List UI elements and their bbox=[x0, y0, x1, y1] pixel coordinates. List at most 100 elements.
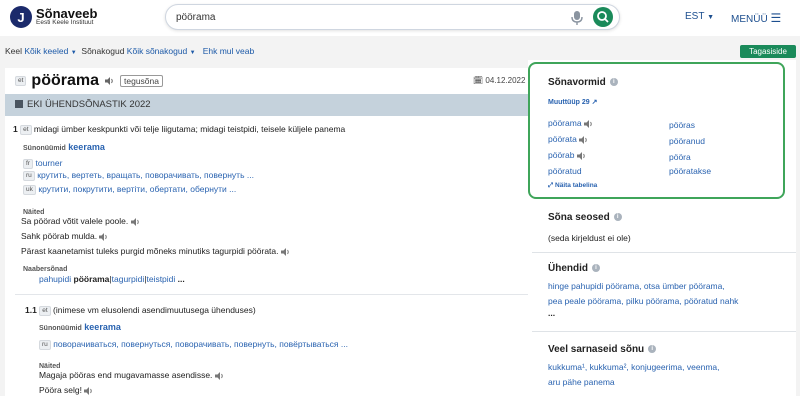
paradigm-link[interactable]: Muuttüüp 29 ↗ bbox=[548, 98, 597, 106]
info-icon[interactable]: i bbox=[613, 213, 622, 222]
more-phrases[interactable]: ... bbox=[548, 308, 555, 318]
microphone-icon[interactable] bbox=[570, 10, 584, 26]
search-input[interactable] bbox=[176, 10, 556, 25]
similar-title-text: Veel sarnaseid sõnu bbox=[548, 344, 645, 355]
neighbour-words: pahupidi pöörama|tagurpidi|teistpidi ... bbox=[39, 274, 185, 284]
translation-row: uk крутити, покрутити, вертiти, обертати… bbox=[23, 184, 236, 195]
sense-number: 1 bbox=[13, 124, 18, 134]
language-label: EST bbox=[685, 11, 705, 22]
speaker-icon[interactable] bbox=[214, 371, 225, 380]
neighbour-link[interactable]: tagurpidi bbox=[112, 274, 145, 284]
similar-words-links[interactable]: aru pähe panema bbox=[548, 377, 615, 387]
similar-words-links[interactable]: kukkuma¹, kukkuma², konjugeerima, veenma… bbox=[548, 362, 720, 372]
word-forms-panel: Sõnavormid i Muuttüüp 29 ↗ pöörama pöörat… bbox=[528, 62, 785, 199]
translation-link[interactable]: крутити, покрутити, вертiти, обертати, о… bbox=[38, 184, 236, 194]
search-bar bbox=[165, 4, 620, 30]
speaker-icon[interactable] bbox=[99, 232, 109, 241]
speaker-icon[interactable] bbox=[130, 217, 141, 226]
example: Magaja pööras end mugavamasse asendisse. bbox=[39, 370, 225, 380]
example-text: Magaja pööras end mugavamasse asendisse. bbox=[39, 370, 213, 380]
top-header: J Sõnaveeb Eesti Keele Instituut EST ▼ M… bbox=[0, 0, 800, 36]
example: Sa pöörad võtit valele poole. bbox=[21, 216, 141, 226]
synonym-link[interactable]: keerama bbox=[68, 142, 105, 152]
phrases-links[interactable]: pea peale pöörama, pilku pöörama, pöörat… bbox=[548, 296, 738, 306]
word-form: pööratakse bbox=[669, 166, 712, 176]
translation-row: fr tourner bbox=[23, 158, 62, 169]
translation-link[interactable]: tourner bbox=[36, 158, 63, 168]
translation-row: ru поворачиваться, повернуться, поворачи… bbox=[39, 339, 348, 350]
chevron-down-icon: ▼ bbox=[707, 14, 714, 21]
divider bbox=[15, 294, 528, 295]
feedback-button[interactable]: Tagasiside bbox=[740, 45, 796, 58]
sense-number: 1.1 bbox=[25, 305, 37, 315]
show-table-text: Näita tabelina bbox=[555, 182, 598, 189]
dictionary-header[interactable]: EKI ÜHENDSÕNASTIK 2022 bbox=[5, 94, 528, 116]
word-form: pöörа bbox=[669, 152, 691, 162]
divider bbox=[532, 252, 796, 253]
neighbour-link[interactable]: teistpidi bbox=[146, 274, 175, 284]
logo-icon: J bbox=[10, 6, 32, 28]
chevron-down-icon: ▼ bbox=[189, 50, 196, 56]
speaker-icon[interactable] bbox=[280, 247, 291, 256]
paradigm-text: Muuttüüp 29 bbox=[548, 99, 590, 106]
language-filter[interactable]: Kõik keeled bbox=[24, 46, 68, 56]
show-table-link[interactable]: ⤢ Näita tabelina bbox=[548, 182, 597, 190]
headword: pöörama bbox=[31, 72, 99, 89]
speaker-icon[interactable] bbox=[105, 77, 115, 85]
example-text: Sa pöörad võtit valele poole. bbox=[21, 216, 129, 226]
language-badge: ru bbox=[39, 339, 51, 350]
examples-label: Näited bbox=[39, 360, 60, 370]
more-neighbours[interactable]: ... bbox=[178, 274, 185, 284]
dictionary-filter[interactable]: Kõik sõnakogud bbox=[127, 46, 188, 56]
neighbour-current: pöörama bbox=[73, 274, 110, 284]
relations-title-text: Sõna seosed bbox=[548, 212, 610, 223]
word-form: pöörab bbox=[548, 150, 587, 160]
word-form-text: pöörama bbox=[548, 118, 582, 128]
logo[interactable]: J Sõnaveeb Eesti Keele Instituut bbox=[10, 6, 97, 28]
language-badge: uk bbox=[23, 184, 36, 195]
phrases-title-text: Ühendid bbox=[548, 263, 588, 274]
synonym-link[interactable]: keerama bbox=[84, 322, 121, 332]
phrases-links[interactable]: hinge pahupidi pöörama, otsa ümber pööra… bbox=[548, 281, 725, 291]
word-form: pööratud bbox=[548, 166, 582, 176]
synonyms-row: Sünonüümid keerama bbox=[23, 142, 105, 152]
phrases-title: Ühendid i bbox=[548, 263, 600, 274]
part-of-speech-badge: tegusõna bbox=[120, 75, 163, 87]
example-text: Pööra selg! bbox=[39, 385, 82, 395]
sonakogud-label: Sõnakogud bbox=[81, 46, 125, 56]
relations-text: (seda kirjeldust ei ole) bbox=[548, 233, 631, 243]
example: Pööra selg! bbox=[39, 385, 94, 395]
language-selector[interactable]: EST ▼ bbox=[685, 11, 714, 22]
keel-label: Keel bbox=[5, 46, 23, 56]
book-icon bbox=[15, 100, 23, 109]
search-button[interactable] bbox=[593, 7, 613, 27]
sense-definition: (inimese vm elusolendi asendimuutusega ü… bbox=[53, 305, 256, 315]
search-icon bbox=[597, 11, 609, 23]
language-badge: et bbox=[20, 124, 32, 135]
speaker-icon[interactable] bbox=[576, 151, 587, 160]
word-form-text: pöörab bbox=[548, 150, 575, 160]
hamburger-icon: ☰ bbox=[770, 11, 782, 25]
external-link-icon: ↗ bbox=[591, 99, 598, 106]
speaker-icon[interactable] bbox=[84, 386, 94, 395]
menu-button[interactable]: MENÜÜ ☰ bbox=[731, 11, 781, 25]
divider bbox=[532, 331, 796, 332]
example-text: Sahk pöörab mulda. bbox=[21, 231, 98, 241]
calendar-icon: 🗓 bbox=[473, 76, 484, 85]
neighbour-link[interactable]: pahupidi bbox=[39, 274, 71, 284]
speaker-icon[interactable] bbox=[583, 119, 594, 128]
info-icon[interactable]: i bbox=[648, 345, 657, 354]
word-form: pöörama bbox=[548, 118, 594, 128]
info-icon[interactable]: i bbox=[609, 78, 618, 87]
sense-1-1: 1.1 et (inimese vm elusolendi asendimuut… bbox=[25, 305, 256, 316]
word-form: pööranud bbox=[669, 136, 705, 146]
lucky-link[interactable]: Ehk mul veab bbox=[203, 46, 255, 56]
language-badge: fr bbox=[23, 158, 33, 169]
speaker-icon[interactable] bbox=[579, 135, 589, 144]
similar-words-title: Veel sarnaseid sõnu i bbox=[548, 344, 657, 355]
info-icon[interactable]: i bbox=[592, 264, 600, 273]
translation-link[interactable]: крутить, вертеть, вращать, поворачивать,… bbox=[37, 170, 254, 180]
translation-link[interactable]: поворачиваться, повернуться, поворачиват… bbox=[53, 339, 348, 349]
entry-date: 🗓 04.12.2022 bbox=[473, 76, 525, 85]
language-badge: et bbox=[39, 305, 51, 316]
